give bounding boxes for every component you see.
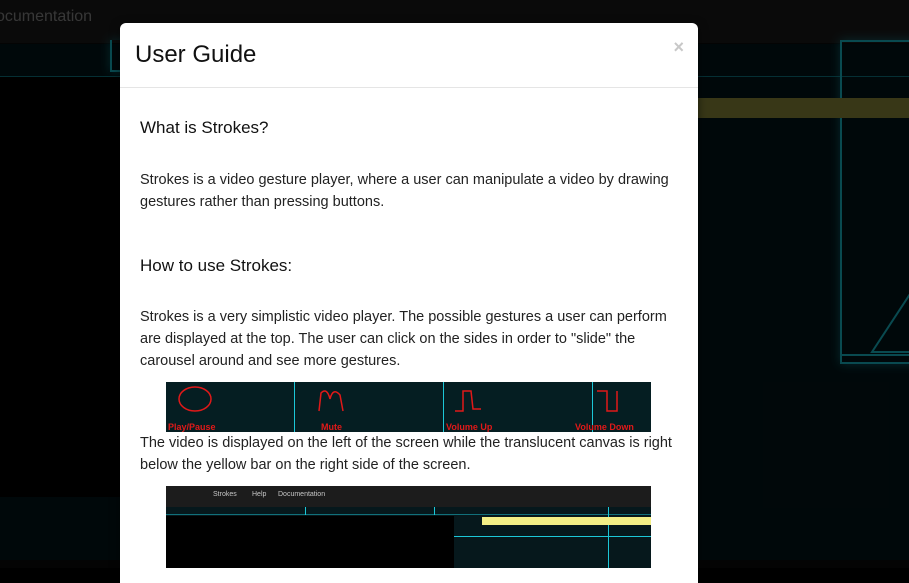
circle-gesture-icon (178, 386, 212, 412)
gesture-cell-volume-up: Volume Up (444, 382, 593, 432)
m-gesture-icon (318, 390, 344, 412)
screenshot-nav-docs: Documentation (278, 491, 326, 498)
screenshot-line (454, 536, 651, 537)
screenshot-video-area (166, 516, 454, 568)
gesture-label: Mute (321, 422, 342, 432)
gesture-carousel-image: Play/Pause Mute Volume Up Volume Down (166, 382, 651, 432)
user-guide-modal: User Guide × What is Strokes? Strokes is… (120, 23, 698, 583)
step-down-gesture-icon (597, 390, 618, 412)
screenshot-line (305, 507, 306, 515)
gesture-label: Volume Down (575, 422, 634, 432)
close-icon[interactable]: × (673, 37, 684, 58)
step-up-gesture-icon (455, 390, 481, 412)
section-heading-how: How to use Strokes: (140, 256, 293, 275)
section-paragraph-how: Strokes is a very simplistic video playe… (140, 309, 667, 369)
layout-description-paragraph: The video is displayed on the left of th… (140, 435, 672, 473)
screenshot-line (434, 507, 435, 515)
modal-body: What is Strokes? Strokes is a video gest… (120, 88, 698, 568)
screenshot-nav-help: Help (252, 491, 267, 498)
screenshot-yellow-bar (482, 517, 651, 525)
gesture-cell-volume-down: Volume Down (575, 382, 651, 432)
gesture-cell-mute: Mute (295, 382, 444, 432)
section-heading-what: What is Strokes? (140, 118, 269, 137)
section-paragraph-what: Strokes is a video gesture player, where… (140, 172, 669, 210)
modal-title: User Guide (135, 41, 257, 68)
screenshot-nav-brand: Strokes (213, 491, 237, 498)
gesture-label: Volume Up (446, 422, 493, 432)
gesture-label: Play/Pause (168, 422, 216, 432)
modal-header: User Guide × (120, 23, 698, 88)
screenshot-line (166, 514, 651, 515)
app-screenshot-image: Strokes Help Documentation (166, 486, 651, 568)
gesture-cell-play-pause: Play/Pause (166, 382, 295, 432)
screenshot-navbar: Strokes Help Documentation (166, 486, 651, 507)
